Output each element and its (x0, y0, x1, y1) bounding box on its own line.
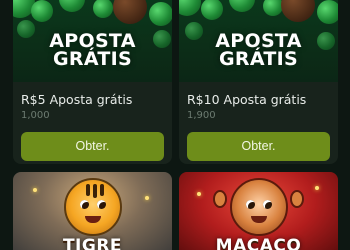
mascot-mouth (250, 216, 267, 223)
game-title: TIGRE (62, 236, 123, 250)
sparkle-icon (197, 192, 201, 196)
ball-graphic (201, 0, 223, 20)
banner-title: APOSTA GRÁTIS (179, 32, 338, 70)
sparkle-icon (33, 188, 37, 192)
tiger-stripe (92, 184, 97, 198)
obter-button[interactable]: Obter. (21, 132, 164, 161)
free-bet-banner: APOSTA GRÁTIS (13, 0, 172, 82)
obter-button[interactable]: Obter. (187, 132, 330, 161)
mascot-mouth (84, 216, 101, 223)
bonus-title: R$5 Aposta grátis (21, 92, 133, 107)
game-card-tigre[interactable]: TIGRE (13, 172, 172, 250)
banner-line-2: GRÁTIS (53, 48, 132, 70)
bonus-subtitle: 1,900 (187, 110, 216, 121)
game-card-macaco[interactable]: MACACO (179, 172, 338, 250)
tiger-stripe (85, 184, 90, 196)
bonus-subtitle: 1,000 (21, 110, 50, 121)
tiger-stripe (99, 184, 104, 196)
mascot-eye (245, 200, 255, 209)
ball-graphic (229, 0, 255, 12)
monkey-ear (290, 190, 304, 208)
monkey-ear (213, 190, 227, 208)
monkey-mascot-icon (229, 178, 288, 236)
sparkle-icon (145, 196, 149, 200)
ball-graphic (179, 0, 201, 16)
ball-graphic (93, 0, 113, 18)
sparkle-icon (315, 186, 319, 190)
ball-graphic (263, 0, 283, 16)
bonus-card-10[interactable]: APOSTA GRÁTIS R$10 Aposta grátis 1,900 O… (179, 0, 338, 164)
basketball-graphic (113, 0, 147, 24)
basketball-graphic (281, 0, 315, 22)
ball-graphic (149, 2, 172, 26)
mascot-eye (262, 200, 272, 209)
ball-graphic (59, 0, 85, 12)
tiger-mascot-icon (63, 178, 122, 236)
game-title: MACACO (215, 236, 302, 250)
mascot-eye (79, 200, 89, 209)
bonus-card-5[interactable]: APOSTA GRÁTIS R$5 Aposta grátis 1,000 Ob… (13, 0, 172, 164)
bonus-title: R$10 Aposta grátis (187, 92, 307, 107)
mascot-eye (96, 200, 106, 209)
ball-graphic (317, 0, 338, 24)
banner-line-2: GRÁTIS (219, 48, 298, 70)
ball-graphic (31, 0, 53, 22)
banner-title: APOSTA GRÁTIS (13, 32, 172, 70)
free-bet-banner: APOSTA GRÁTIS (179, 0, 338, 82)
